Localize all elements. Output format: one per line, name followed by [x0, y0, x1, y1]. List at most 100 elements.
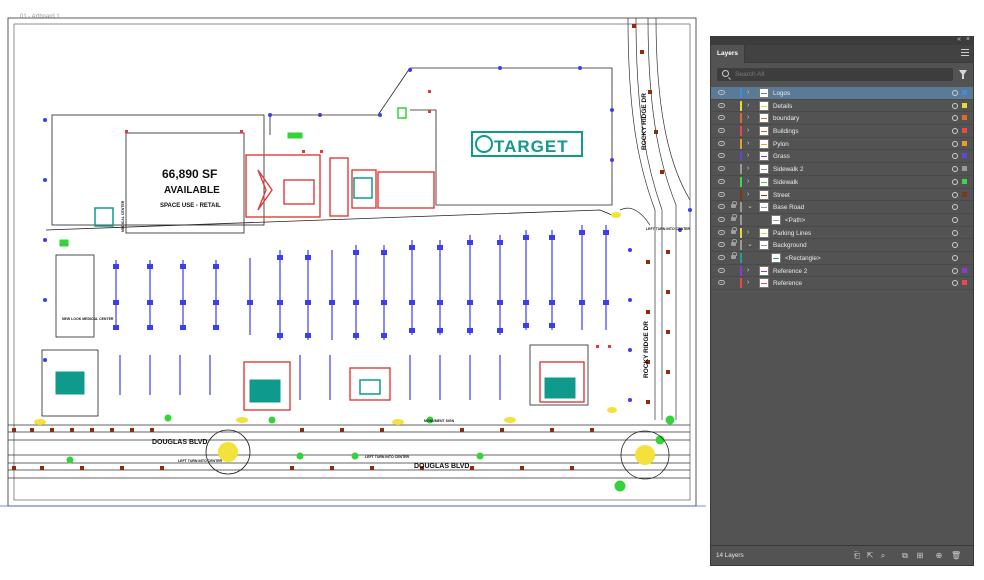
- chevron-right-icon[interactable]: ›: [747, 127, 749, 135]
- visibility-eye-icon[interactable]: [718, 204, 725, 210]
- chevron-right-icon[interactable]: ›: [747, 102, 749, 110]
- target-circle-icon[interactable]: [952, 229, 958, 236]
- layer-row[interactable]: › Parking Lines: [711, 226, 973, 240]
- selection-indicator[interactable]: [962, 267, 967, 273]
- layer-row[interactable]: › Reference 2: [711, 265, 973, 278]
- layer-name[interactable]: Buildings: [773, 128, 799, 135]
- layer-name[interactable]: Reference 2: [773, 268, 807, 275]
- chevron-down-icon[interactable]: ⌄: [747, 203, 753, 211]
- selection-indicator[interactable]: [962, 115, 967, 121]
- lock-icon[interactable]: [731, 239, 737, 247]
- selection-indicator[interactable]: [962, 178, 967, 184]
- chevron-right-icon[interactable]: ›: [747, 229, 749, 237]
- layer-name[interactable]: Parking Lines: [773, 230, 811, 237]
- tab-layers[interactable]: Layers: [711, 45, 745, 63]
- new-sublayer-icon[interactable]: ⊞: [916, 552, 924, 560]
- target-circle-icon[interactable]: [952, 115, 958, 122]
- artboard-canvas[interactable]: 01 - Artboard 1 TARGET 66,890 SF AVAILAB…: [0, 0, 706, 580]
- target-circle-icon[interactable]: [952, 102, 958, 109]
- target-circle-icon[interactable]: [952, 178, 958, 185]
- target-circle-icon[interactable]: [952, 128, 958, 135]
- chevron-right-icon[interactable]: ›: [747, 89, 749, 97]
- filter-icon[interactable]: [959, 70, 967, 79]
- target-circle-icon[interactable]: [952, 166, 958, 173]
- layer-name[interactable]: Street: [773, 192, 790, 199]
- layer-name[interactable]: <Rectangle>: [785, 255, 821, 262]
- layer-name[interactable]: Grass: [773, 153, 790, 160]
- layer-row[interactable]: › Details: [711, 100, 973, 113]
- chevron-right-icon[interactable]: ›: [747, 178, 749, 186]
- layer-row[interactable]: › Street: [711, 189, 973, 202]
- new-layer-icon[interactable]: ⊕: [935, 552, 943, 560]
- layer-row[interactable]: › Grass: [711, 150, 973, 164]
- target-circle-icon[interactable]: [952, 254, 958, 261]
- visibility-eye-icon[interactable]: [718, 153, 725, 159]
- target-circle-icon[interactable]: [952, 204, 958, 211]
- layer-row[interactable]: <Path>: [711, 213, 973, 227]
- chevron-right-icon[interactable]: ›: [747, 140, 749, 148]
- visibility-eye-icon[interactable]: [718, 102, 725, 108]
- collapse-panel-icon[interactable]: «: [957, 36, 961, 43]
- selection-indicator[interactable]: [962, 153, 967, 159]
- visibility-eye-icon[interactable]: [718, 216, 725, 222]
- layer-row[interactable]: › Sidewalk: [711, 176, 973, 189]
- chevron-down-icon[interactable]: ⌄: [747, 241, 753, 249]
- visibility-eye-icon[interactable]: [718, 229, 725, 235]
- layer-name[interactable]: Reference: [773, 280, 802, 287]
- layer-name[interactable]: Details: [773, 103, 792, 110]
- layer-name[interactable]: Sidewalk 2: [773, 166, 803, 173]
- chevron-right-icon[interactable]: ›: [747, 279, 749, 287]
- visibility-eye-icon[interactable]: [718, 242, 725, 248]
- search-input[interactable]: [735, 69, 945, 80]
- make-clipping-mask-icon[interactable]: ⧉: [901, 552, 909, 560]
- layer-name[interactable]: Background: [773, 242, 807, 249]
- locate-object-icon[interactable]: ⇱: [866, 552, 874, 560]
- panel-menu-icon[interactable]: [961, 49, 969, 57]
- lock-icon[interactable]: [731, 213, 737, 221]
- layer-name[interactable]: Pylon: [773, 141, 789, 148]
- selection-indicator[interactable]: [962, 166, 967, 172]
- search-box[interactable]: [717, 68, 953, 81]
- selection-indicator[interactable]: [962, 140, 967, 146]
- target-circle-icon[interactable]: [952, 140, 958, 147]
- layer-row[interactable]: › Reference: [711, 277, 973, 290]
- selection-indicator[interactable]: [962, 90, 967, 95]
- selection-indicator[interactable]: [962, 102, 967, 108]
- panel-title-bar[interactable]: « ×: [711, 36, 973, 45]
- target-circle-icon[interactable]: [952, 90, 958, 96]
- chevron-right-icon[interactable]: ›: [747, 114, 749, 122]
- close-panel-icon[interactable]: ×: [966, 36, 970, 43]
- chevron-right-icon[interactable]: ›: [747, 152, 749, 160]
- site-plan-drawing[interactable]: TARGET 66,890 SF AVAILABLE SPACE USE - R…: [0, 0, 706, 580]
- visibility-eye-icon[interactable]: [718, 128, 725, 134]
- lock-icon[interactable]: [731, 226, 737, 234]
- layer-name[interactable]: <Path>: [785, 217, 805, 224]
- visibility-eye-icon[interactable]: [718, 280, 725, 286]
- visibility-eye-icon[interactable]: [718, 166, 725, 172]
- target-circle-icon[interactable]: [952, 191, 958, 198]
- layer-row[interactable]: › boundary: [711, 112, 973, 126]
- layer-name[interactable]: boundary: [773, 115, 799, 122]
- layer-row[interactable]: <Rectangle>: [711, 251, 973, 265]
- visibility-eye-icon[interactable]: [718, 90, 725, 95]
- chevron-right-icon[interactable]: ›: [747, 165, 749, 173]
- layer-row[interactable]: › Pylon: [711, 138, 973, 151]
- chevron-right-icon[interactable]: ›: [747, 191, 749, 199]
- search-layers-icon[interactable]: ⌕: [879, 552, 887, 560]
- visibility-eye-icon[interactable]: [718, 140, 725, 146]
- selection-indicator[interactable]: [962, 280, 967, 286]
- visibility-eye-icon[interactable]: [718, 191, 725, 197]
- visibility-eye-icon[interactable]: [718, 267, 725, 273]
- visibility-eye-icon[interactable]: [718, 115, 725, 121]
- layer-row[interactable]: ⌄ Base Road: [711, 201, 973, 214]
- selection-indicator[interactable]: [962, 191, 967, 197]
- visibility-eye-icon[interactable]: [718, 178, 725, 184]
- selection-indicator[interactable]: [962, 128, 967, 134]
- lock-icon[interactable]: [731, 201, 737, 209]
- layer-row[interactable]: › Buildings: [711, 125, 973, 138]
- chevron-right-icon[interactable]: ›: [747, 267, 749, 275]
- layer-name[interactable]: Logos: [773, 90, 790, 97]
- target-circle-icon[interactable]: [952, 267, 958, 274]
- target-circle-icon[interactable]: [952, 216, 958, 223]
- target-circle-icon[interactable]: [952, 280, 958, 287]
